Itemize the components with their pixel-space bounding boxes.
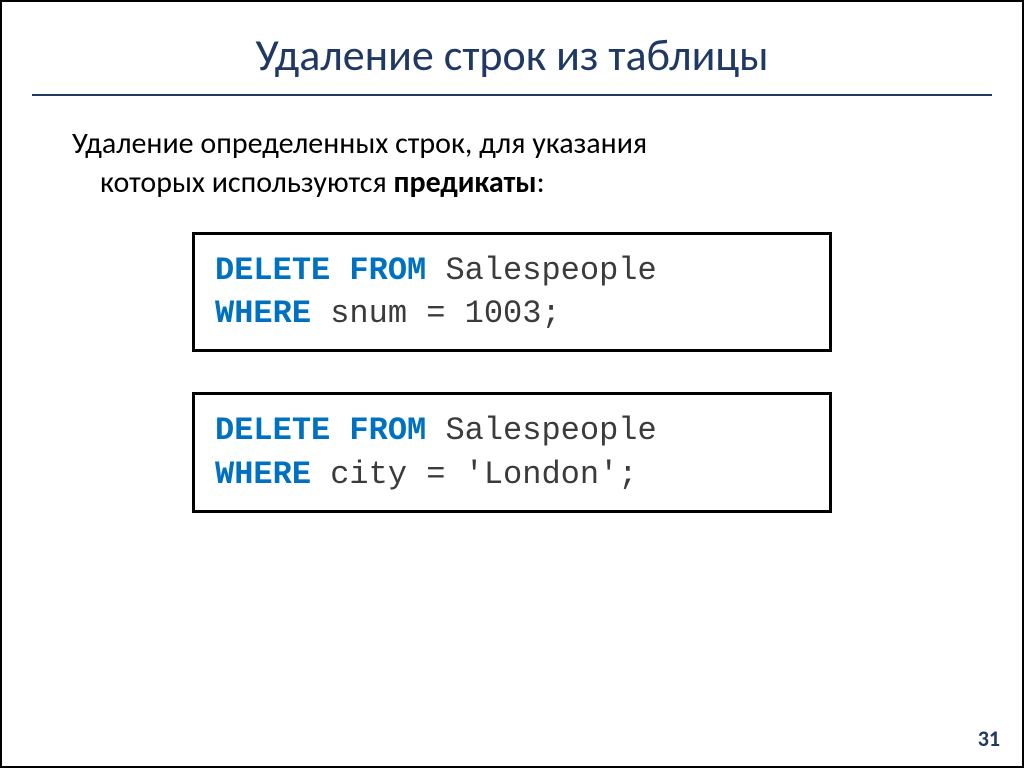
code-example-2: DELETE FROM Salespeople WHERE city = 'Lo… — [192, 392, 832, 512]
body-line-2-bold: предикаты — [393, 164, 536, 201]
body-line-2-prefix: которых используются — [100, 164, 393, 201]
body-paragraph: Удаление определенных строк, для указани… — [72, 124, 992, 202]
keyword-where-1: WHERE — [215, 295, 311, 332]
title-underline — [32, 94, 992, 96]
code-example-1: DELETE FROM Salespeople WHERE snum = 100… — [192, 232, 832, 352]
body-line-2: которых используются предикаты: — [72, 163, 992, 202]
slide: Удаление строк из таблицы Удаление опред… — [0, 0, 1024, 768]
body-line-1: Удаление определенных строк, для указани… — [72, 125, 647, 162]
page-number: 31 — [978, 725, 1000, 752]
slide-title: Удаление строк из таблицы — [32, 28, 992, 82]
keyword-where-2: WHERE — [215, 456, 311, 493]
code1-rest1: Salespeople — [426, 252, 656, 289]
code2-rest2: city = 'London'; — [311, 456, 637, 493]
code1-rest2: snum = 1003; — [311, 295, 561, 332]
keyword-delete-from-2: DELETE FROM — [215, 412, 426, 449]
body-line-2-suffix: : — [537, 164, 545, 201]
keyword-delete-from-1: DELETE FROM — [215, 252, 426, 289]
code2-rest1: Salespeople — [426, 412, 656, 449]
